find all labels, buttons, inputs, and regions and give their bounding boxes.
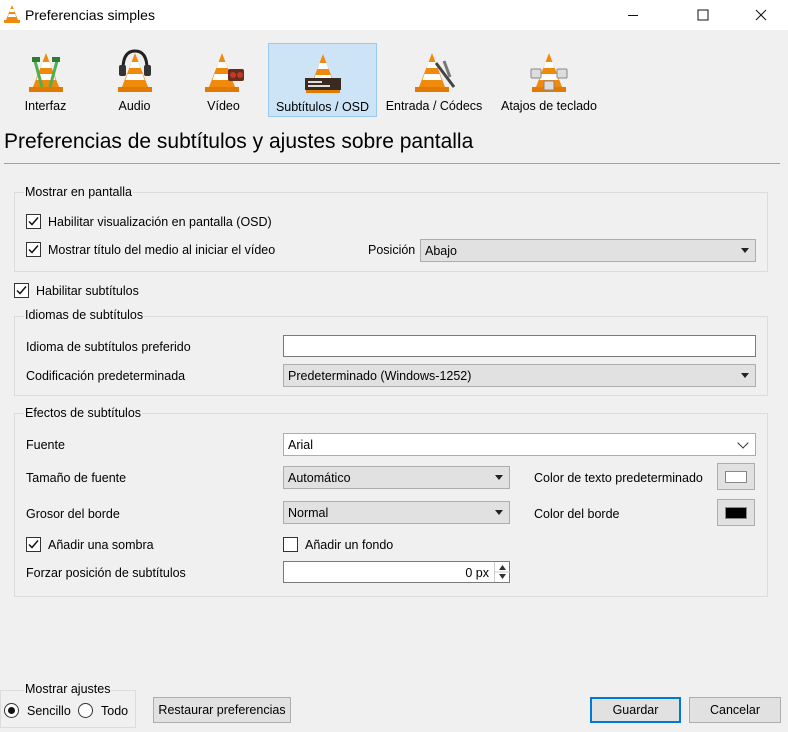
tab-label: Audio xyxy=(118,99,151,113)
font-label: Fuente xyxy=(26,438,65,452)
interface-cone-icon xyxy=(22,47,70,95)
font-value: Arial xyxy=(288,437,314,452)
text-color-swatch xyxy=(725,470,747,483)
simple-radio[interactable] xyxy=(4,703,19,718)
position-label: Posición xyxy=(368,243,416,257)
shadow-label: Añadir una sombra xyxy=(48,538,154,552)
enable-osd-checkbox[interactable] xyxy=(26,214,41,229)
minimize-icon[interactable] xyxy=(610,0,656,30)
background-checkbox[interactable] xyxy=(283,537,298,552)
title-bar: Preferencias simples xyxy=(0,0,788,30)
font-select[interactable]: Arial xyxy=(283,433,756,456)
border-thickness-label: Grosor del borde xyxy=(26,507,120,521)
preferred-language-input[interactable] xyxy=(283,335,756,357)
window-title: Preferencias simples xyxy=(25,7,155,23)
languages-group-title: Idiomas de subtítulos xyxy=(24,308,145,322)
maximize-icon[interactable] xyxy=(680,0,726,30)
radio-dot xyxy=(8,707,15,714)
encoding-select[interactable]: Predeterminado (Windows-1252) xyxy=(283,364,756,387)
osd-group-title: Mostrar en pantalla xyxy=(24,185,134,199)
position-select[interactable]: Abajo xyxy=(420,239,756,262)
encoding-value: Predeterminado (Windows-1252) xyxy=(288,368,472,383)
tab-interfaz[interactable]: Interfaz xyxy=(8,43,83,117)
simple-label: Sencillo xyxy=(27,704,71,718)
tab-subtitulos-osd[interactable]: Subtítulos / OSD xyxy=(268,43,377,117)
encoding-label: Codificación predeterminada xyxy=(26,369,186,383)
border-thickness-value: Normal xyxy=(288,505,329,520)
show-title-checkbox[interactable] xyxy=(26,242,41,257)
border-color-swatch xyxy=(725,506,747,519)
hotkeys-cone-icon xyxy=(525,47,573,95)
text-color-button[interactable] xyxy=(717,463,755,490)
tab-label: Subtítulos / OSD xyxy=(275,100,370,114)
enable-subtitles-label: Habilitar subtítulos xyxy=(36,284,139,298)
text-color-label: Color de texto predeterminado xyxy=(534,471,703,485)
tab-video[interactable]: Vídeo xyxy=(186,43,261,117)
spin-arrows-icon xyxy=(495,565,510,579)
vlc-logo-icon xyxy=(4,5,20,23)
spin-buttons[interactable] xyxy=(494,562,510,582)
chevron-down-icon xyxy=(741,373,749,378)
force-position-value: 0 px xyxy=(465,566,489,580)
tab-label: Entrada / Códecs xyxy=(385,99,483,113)
font-size-label: Tamaño de fuente xyxy=(26,471,127,485)
font-size-value: Automático xyxy=(288,470,351,485)
show-title-label: Mostrar título del medio al iniciar el v… xyxy=(48,243,276,257)
force-position-spinbox[interactable]: 0 px xyxy=(283,561,510,583)
tab-audio[interactable]: Audio xyxy=(97,43,172,117)
all-label: Todo xyxy=(101,704,129,718)
chevron-down-icon xyxy=(495,475,503,480)
shadow-checkbox[interactable] xyxy=(26,537,41,552)
tab-label: Interfaz xyxy=(24,99,67,113)
background-label: Añadir un fondo xyxy=(305,538,394,552)
border-color-button[interactable] xyxy=(717,499,755,526)
cancel-button[interactable]: Cancelar xyxy=(689,697,781,723)
close-icon[interactable] xyxy=(738,0,784,30)
tab-label: Atajos de teclado xyxy=(501,99,597,113)
enable-osd-label: Habilitar visualización en pantalla (OSD… xyxy=(48,215,272,229)
chevron-down-icon xyxy=(495,510,503,515)
force-position-label: Forzar posición de subtítulos xyxy=(26,566,186,580)
effects-group-title: Efectos de subtítulos xyxy=(24,406,143,420)
tab-entrada-codecs[interactable]: Entrada / Códecs xyxy=(382,43,486,117)
font-size-select[interactable]: Automático xyxy=(283,466,510,489)
preferred-language-label: Idioma de subtítulos preferido xyxy=(26,340,191,354)
tab-label: Vídeo xyxy=(207,99,240,113)
tab-atajos-teclado[interactable]: Atajos de teclado xyxy=(494,43,604,117)
video-cone-icon xyxy=(200,47,248,95)
border-color-label: Color del borde xyxy=(534,507,620,521)
save-button[interactable]: Guardar xyxy=(590,697,681,723)
chevron-down-icon xyxy=(741,248,749,253)
audio-headphones-cone-icon xyxy=(111,47,159,95)
chevron-down-icon xyxy=(737,437,749,449)
show-settings-title: Mostrar ajustes xyxy=(24,682,112,696)
all-radio[interactable] xyxy=(78,703,93,718)
restore-preferences-button[interactable]: Restaurar preferencias xyxy=(153,697,291,723)
subtitles-cone-icon xyxy=(299,48,347,96)
divider xyxy=(4,163,780,164)
border-thickness-select[interactable]: Normal xyxy=(283,501,510,524)
input-codecs-cone-icon xyxy=(410,47,458,95)
position-value: Abajo xyxy=(425,243,457,258)
page-title: Preferencias de subtítulos y ajustes sob… xyxy=(4,130,474,153)
enable-subtitles-checkbox[interactable] xyxy=(14,283,29,298)
